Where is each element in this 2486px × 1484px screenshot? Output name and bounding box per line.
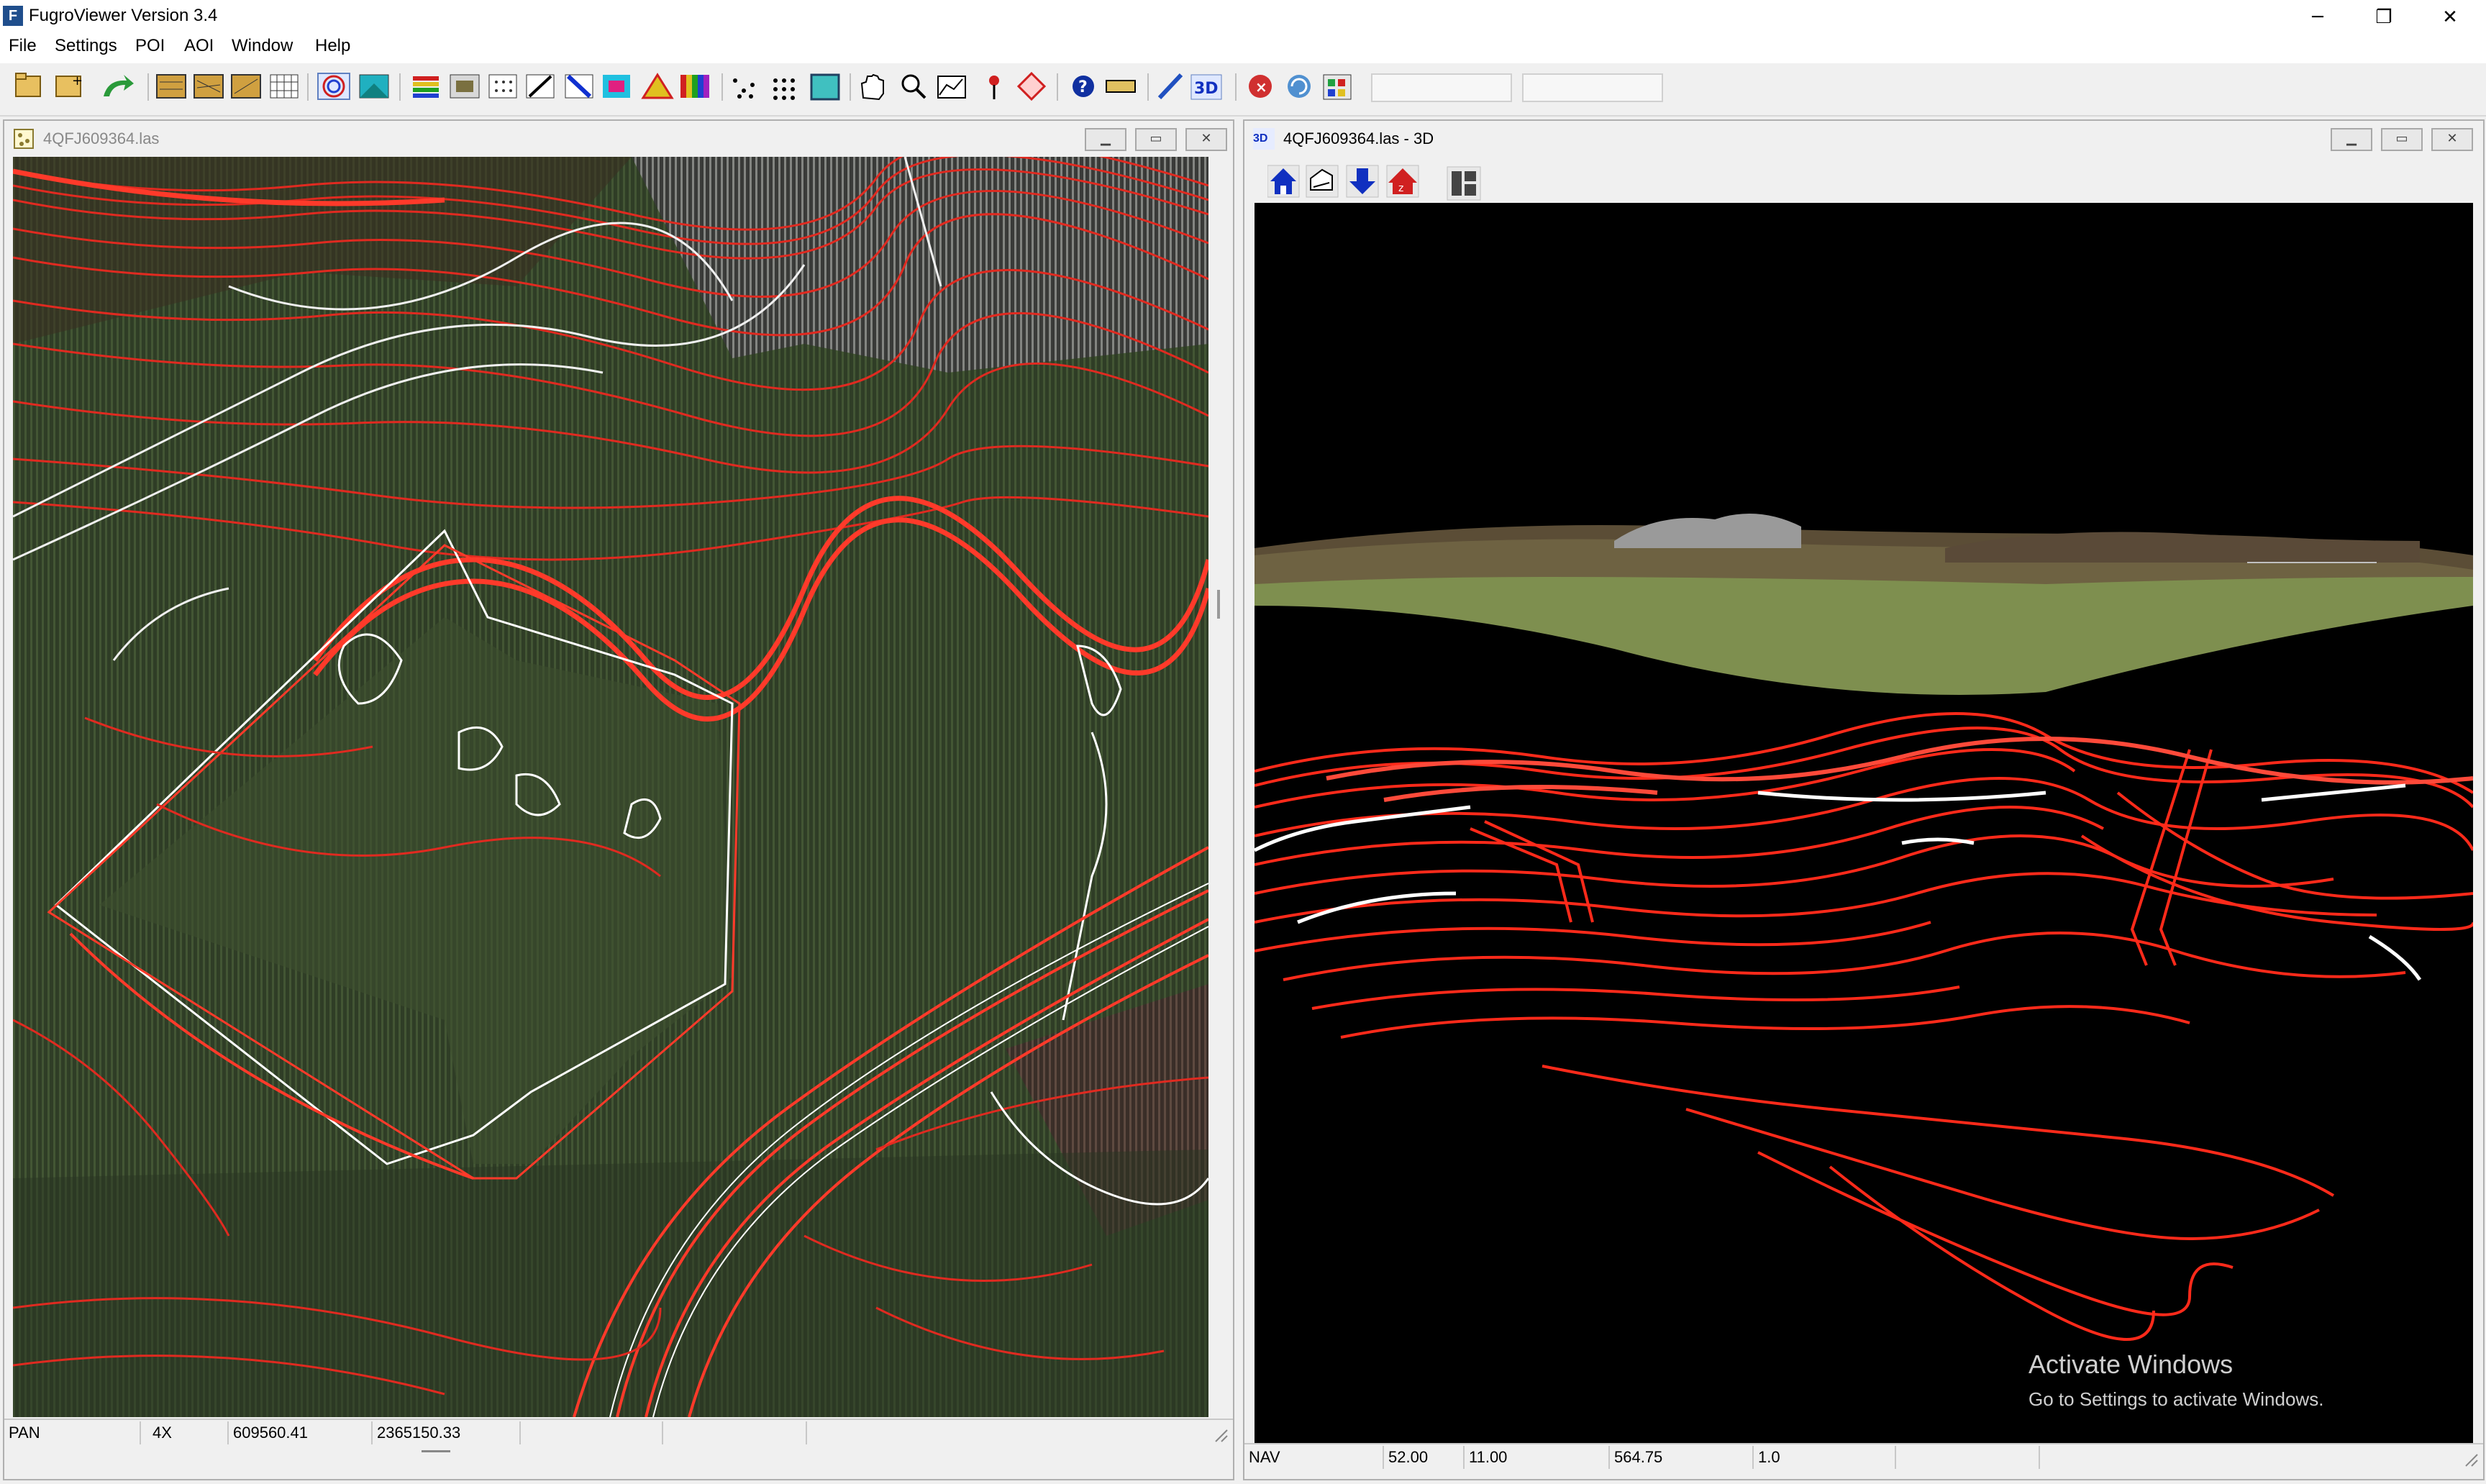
restore-button[interactable]: ❐ xyxy=(2351,0,2417,35)
status-extra-1 xyxy=(521,1421,663,1444)
view3d-toolbar: z xyxy=(1267,165,1419,198)
rainbow-bars-icon[interactable] xyxy=(680,75,709,98)
menu-settings[interactable]: Settings xyxy=(55,36,117,56)
app-title: FugroViewer Version 3.4 xyxy=(29,6,218,25)
toolbar-field-1[interactable] xyxy=(1371,73,1512,102)
plan-close-button[interactable]: ✕ xyxy=(1185,128,1227,151)
dot-grid-icon[interactable] xyxy=(773,78,795,100)
view3d-window: 3D 4QFJ609364.las - 3D ▁ ▭ ✕ z Activate … xyxy=(1243,119,2485,1480)
aoi-diamond-icon[interactable] xyxy=(1016,71,1047,101)
home-icon[interactable] xyxy=(1267,165,1300,198)
view3d-minimize-button[interactable]: ▁ xyxy=(2331,128,2372,151)
view3d-window-title: 4QFJ609364.las - 3D xyxy=(1283,129,1434,147)
title-bar: F FugroViewer Version 3.4 ─ ❐ ✕ xyxy=(0,0,2486,35)
color-bars-icon[interactable] xyxy=(413,76,439,98)
menu-window[interactable]: Window xyxy=(232,36,293,56)
svg-text:3D: 3D xyxy=(1194,80,1219,98)
las-file-icon xyxy=(14,129,34,149)
status-extra-2 xyxy=(663,1421,807,1444)
line-diagonal-icon[interactable] xyxy=(526,74,555,99)
layers-icon[interactable] xyxy=(1306,165,1339,198)
menu-poi[interactable]: POI xyxy=(135,36,165,56)
svg-text:?: ? xyxy=(1078,78,1088,96)
plan-map-canvas[interactable] xyxy=(13,157,1208,1417)
plan-window-titlebar: 4QFJ609364.las ▁ ▭ ✕ xyxy=(4,121,1233,155)
help-question-icon[interactable]: ? xyxy=(1073,76,1094,97)
view3d-canvas[interactable] xyxy=(1255,203,2473,1443)
blue-diagonal-icon[interactable] xyxy=(565,74,593,99)
minimize-button[interactable]: ─ xyxy=(2285,0,2351,35)
menu-help[interactable]: Help xyxy=(315,36,350,56)
stop-red-icon[interactable]: × xyxy=(1249,75,1272,98)
view3d-status-value-1: 52.00 xyxy=(1384,1446,1465,1469)
view3d-status-value-4: 1.0 xyxy=(1754,1446,1896,1469)
status-mode: PAN xyxy=(4,1421,141,1444)
pan-hand-icon[interactable] xyxy=(860,73,884,101)
status-y-coord: 2365150.33 xyxy=(373,1421,521,1444)
redo-arrow-icon[interactable] xyxy=(104,75,134,96)
profile-icon[interactable] xyxy=(937,76,966,99)
view3d-status-mode: NAV xyxy=(1244,1446,1384,1469)
color-square-icon[interactable] xyxy=(603,75,630,98)
vertical-splitter-handle[interactable] xyxy=(1217,590,1220,619)
toolbar-field-2[interactable] xyxy=(1522,73,1663,102)
ruler-icon[interactable] xyxy=(1106,80,1136,93)
view3d-window-icon: 3D xyxy=(1253,128,1275,150)
down-arrow-icon[interactable] xyxy=(1346,165,1379,198)
image-cyan-icon[interactable] xyxy=(359,74,389,99)
view3d-status-value-2: 11.00 xyxy=(1465,1446,1610,1469)
plan-window-title: 4QFJ609364.las xyxy=(43,129,160,147)
extent-box-icon[interactable] xyxy=(810,73,840,101)
panels-icon[interactable] xyxy=(1446,165,1482,201)
view3d-status-bar: NAV 52.00 11.00 564.75 1.0 xyxy=(1244,1443,2483,1472)
plan-view-window: 4QFJ609364.las ▁ ▭ ✕ PAN 4X 609560.41 23… xyxy=(3,119,1234,1480)
rainbow-triangle-icon[interactable] xyxy=(641,73,674,99)
grid-points-icon[interactable] xyxy=(270,74,299,99)
dotted-grid-icon[interactable] xyxy=(488,74,517,99)
close-button[interactable]: ✕ xyxy=(2417,0,2483,35)
poi-pin-icon[interactable] xyxy=(989,76,999,99)
resize-grip-icon[interactable] xyxy=(1213,1427,1229,1443)
view3d-status-value-3: 564.75 xyxy=(1610,1446,1754,1469)
status-zoom: 4X xyxy=(148,1421,229,1444)
settings-grid-icon[interactable] xyxy=(1323,74,1352,100)
menu-aoi[interactable]: AOI xyxy=(184,36,214,56)
layers-2-icon[interactable] xyxy=(193,74,224,99)
view3d-resize-grip-icon[interactable] xyxy=(2463,1452,2479,1467)
status-x-coord: 609560.41 xyxy=(229,1421,373,1444)
svg-text:×: × xyxy=(1255,78,1267,96)
layers-1-icon[interactable] xyxy=(156,74,186,99)
view3d-maximize-button[interactable]: ▭ xyxy=(2381,128,2423,151)
app-icon: F xyxy=(3,6,23,26)
plan-maximize-button[interactable]: ▭ xyxy=(1135,128,1177,151)
watermark-title: Activate Windows xyxy=(2029,1349,2234,1379)
plan-minimize-button[interactable]: ▁ xyxy=(1085,128,1126,151)
plan-splitter-handle[interactable] xyxy=(422,1450,450,1452)
menu-file[interactable]: File xyxy=(9,36,37,56)
toolbar-icons: + ? 3D × xyxy=(15,71,1352,101)
plan-status-bar: PAN 4X 609560.41 2365150.33 xyxy=(4,1419,1233,1447)
measure-icon[interactable] xyxy=(1157,73,1183,100)
up-home-icon[interactable]: z xyxy=(1386,165,1419,198)
open-file-icon[interactable] xyxy=(15,73,41,97)
view3d-window-titlebar: 3D 4QFJ609364.las - 3D ▁ ▭ ✕ xyxy=(1244,121,2483,155)
3d-view-icon[interactable]: 3D xyxy=(1190,74,1222,100)
view3d-close-button[interactable]: ✕ xyxy=(2431,128,2473,151)
svg-text:+: + xyxy=(72,73,83,88)
gray-box-icon[interactable] xyxy=(450,74,480,99)
contour-rainbow-icon[interactable] xyxy=(317,73,350,100)
watermark-subtitle: Go to Settings to activate Windows. xyxy=(2029,1388,2324,1410)
menu-bar xyxy=(0,35,2486,63)
view3d-status-extra xyxy=(1896,1446,2040,1469)
add-file-icon[interactable]: + xyxy=(55,73,83,97)
svg-text:z: z xyxy=(1398,183,1403,194)
zoom-box-icon[interactable] xyxy=(901,74,926,99)
layers-3-icon[interactable] xyxy=(231,74,261,99)
scatter-points-icon[interactable] xyxy=(733,78,755,99)
refresh-icon[interactable] xyxy=(1288,75,1311,98)
